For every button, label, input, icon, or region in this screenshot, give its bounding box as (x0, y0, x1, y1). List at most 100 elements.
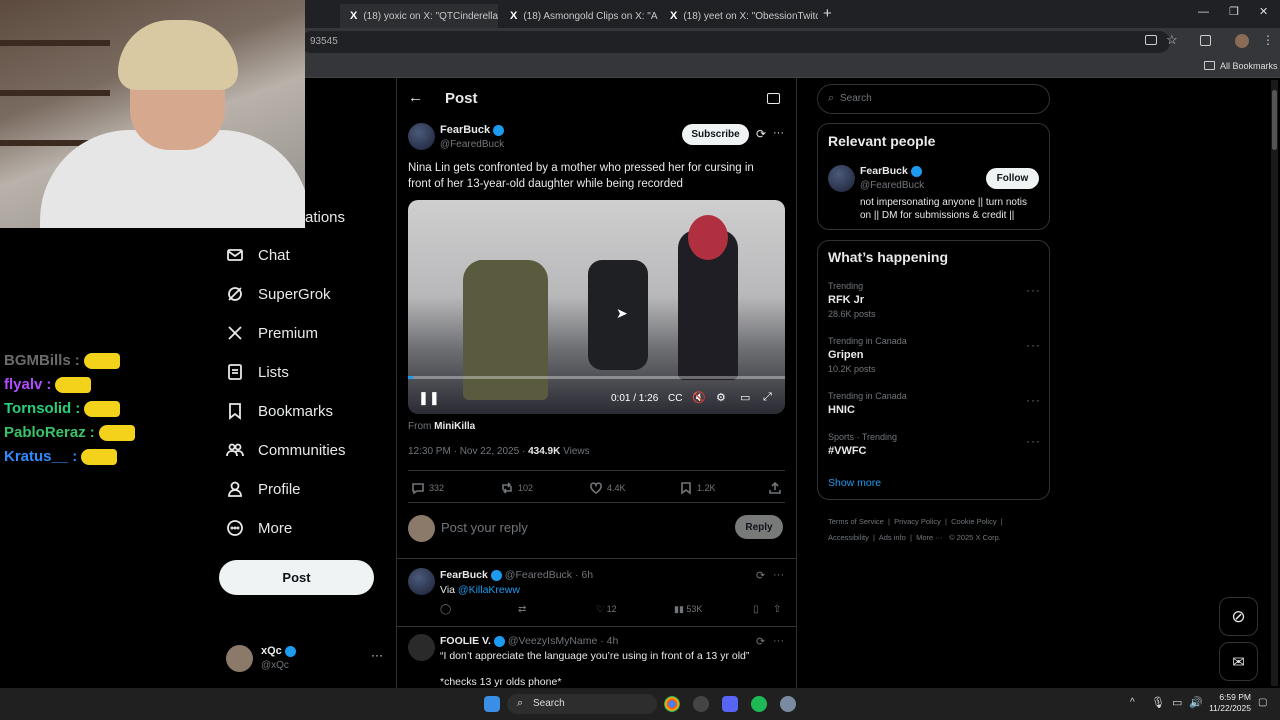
source-username[interactable]: MiniKilla (434, 421, 475, 432)
nav-item-profile[interactable]: Profile (226, 480, 301, 498)
minimize-icon[interactable]: — (1198, 6, 1209, 18)
profile-avatar[interactable] (1235, 34, 1249, 48)
footer-link[interactable]: More ··· (916, 533, 943, 542)
settings-icon[interactable]: ⚙ (716, 391, 726, 404)
nav-item-more[interactable]: More (226, 519, 292, 537)
like-action[interactable]: ♡ 12 (596, 604, 617, 615)
url-field[interactable]: 93545 (300, 31, 1170, 53)
video-player[interactable]: ❚❚ 0:01 / 1:26 CC 🔇 ⚙ ▭ ⤢ (408, 200, 785, 414)
search-input[interactable]: ⌕ Search (817, 84, 1050, 114)
footer-link[interactable]: Privacy Policy (894, 517, 941, 526)
share-icon[interactable]: ⇧ (773, 604, 781, 615)
reply-button[interactable]: Reply (735, 515, 783, 539)
kebab-menu-icon[interactable]: ⋮ (1262, 33, 1274, 47)
author-avatar[interactable] (408, 123, 435, 150)
trend-menu-icon[interactable]: ··· (1026, 434, 1041, 448)
picture-in-picture-icon[interactable]: ▭ (740, 391, 750, 404)
post-menu-icon[interactable]: ··· (773, 127, 784, 139)
like-action[interactable]: 4.4K (589, 481, 626, 495)
post-button[interactable]: Post (219, 560, 374, 595)
bookmark-icon[interactable]: ▯ (753, 604, 759, 615)
messages-float-icon[interactable]: ✉ (1219, 642, 1258, 681)
reply-action[interactable]: 332 (411, 481, 444, 495)
all-bookmarks-label[interactable]: All Bookmarks (1220, 61, 1278, 71)
restore-icon[interactable]: ❐ (1229, 5, 1239, 18)
reply-author[interactable]: FOOLIE V. @VeezyIsMyName · 4h (440, 635, 618, 647)
extensions-icon[interactable] (1200, 35, 1211, 46)
trend-item[interactable]: Trending RFK Jr 28.6K posts (828, 281, 876, 319)
reply-author[interactable]: FearBuck @FearedBuck · 6h (440, 569, 593, 581)
grok-icon[interactable]: ⟳ (756, 569, 765, 582)
trend-item[interactable]: Trending in Canada HNIC (828, 391, 907, 419)
footer-link[interactable]: Cookie Policy (951, 517, 996, 526)
trend-item[interactable]: Sports · Trending #VWFC (828, 432, 897, 460)
author-name[interactable]: FearBuck (440, 124, 505, 136)
cast-icon[interactable] (1145, 35, 1157, 45)
grok-float-icon[interactable]: ⊘ (1219, 597, 1258, 636)
person-name[interactable]: FearBuck (860, 165, 922, 177)
notifications-icon[interactable]: ▢ (1258, 697, 1267, 708)
spotify-icon[interactable] (751, 696, 767, 712)
trend-menu-icon[interactable]: ··· (1026, 283, 1041, 297)
account-avatar[interactable] (226, 645, 253, 672)
trend-menu-icon[interactable]: ··· (1026, 338, 1041, 352)
nav-item-supergrok[interactable]: SuperGrok (226, 285, 331, 303)
mic-icon[interactable]: 🎙 (1151, 696, 1165, 709)
fullscreen-icon[interactable]: ⤢ (763, 391, 772, 404)
taskbar-search[interactable]: ⌕ Search (507, 694, 657, 714)
back-arrow-icon[interactable]: ← (408, 89, 423, 106)
mention-link[interactable]: @KillaKreww (458, 584, 520, 596)
browser-tab[interactable]: X(18) yoxic on X: "QTCinderella c✕ (340, 4, 498, 28)
volume-icon[interactable]: 🔊 (1189, 696, 1203, 709)
browser-tab[interactable]: X(18) Asmongold Clips on X: "As✕ (500, 4, 658, 28)
bookmark-action[interactable]: 1.2K (679, 481, 716, 495)
reply-menu-icon[interactable]: ··· (773, 635, 784, 647)
account-name[interactable]: xQc (261, 645, 296, 657)
nav-item-notifications-partial[interactable]: ations (305, 209, 345, 226)
system-clock[interactable]: 6:59 PM 11/22/2025 (1209, 692, 1251, 714)
reply-input[interactable]: Post your reply (441, 520, 528, 535)
footer-link[interactable]: Terms of Service (828, 517, 884, 526)
grok-icon[interactable]: ⟳ (756, 635, 765, 648)
nav-item-bookmarks[interactable]: Bookmarks (226, 402, 333, 420)
trend-menu-icon[interactable]: ··· (1026, 393, 1041, 407)
windows-start-icon[interactable] (484, 696, 500, 712)
nav-item-chat[interactable]: Chat (226, 246, 290, 264)
reply-author-avatar[interactable] (408, 568, 435, 595)
app-icon[interactable] (693, 696, 709, 712)
share-action[interactable] (768, 481, 782, 495)
browser-tab[interactable]: X(18) yeet on X: "ObessionTwitch✕ (660, 4, 818, 28)
footer-link[interactable]: Accessibility (828, 533, 869, 542)
reader-view-icon[interactable] (767, 93, 780, 104)
subscribe-button[interactable]: Subscribe (682, 124, 749, 145)
footer-link[interactable]: Ads info (879, 533, 906, 542)
video-progress-track[interactable] (408, 376, 785, 379)
captions-icon[interactable]: CC (668, 393, 682, 404)
scrollbar[interactable] (1271, 80, 1278, 686)
reply-menu-icon[interactable]: ··· (773, 569, 784, 581)
chrome-icon[interactable] (664, 696, 680, 712)
settings-app-icon[interactable] (780, 696, 796, 712)
star-icon[interactable]: ☆ (1166, 32, 1178, 48)
person-avatar[interactable] (828, 165, 855, 192)
comment-icon[interactable]: ◯ (440, 604, 451, 615)
tray-chevron-icon[interactable]: ^ (1130, 697, 1135, 708)
follow-button[interactable]: Follow (986, 168, 1039, 189)
trend-item[interactable]: Trending in Canada Gripen 10.2K posts (828, 336, 907, 374)
repost-icon[interactable]: ⇄ (518, 604, 526, 615)
close-window-icon[interactable]: ✕ (1259, 5, 1268, 18)
show-more-link[interactable]: Show more (828, 477, 881, 489)
discord-icon[interactable] (722, 696, 738, 712)
repost-action[interactable]: 102 (500, 481, 533, 495)
reply-author-avatar[interactable] (408, 634, 435, 661)
account-menu-icon[interactable]: ··· (371, 648, 383, 662)
mute-icon[interactable]: 🔇 (692, 391, 706, 404)
network-icon[interactable]: ▭ (1172, 696, 1182, 709)
nav-item-premium[interactable]: Premium (226, 324, 318, 342)
grok-icon[interactable]: ⟳ (756, 127, 766, 141)
new-tab-button[interactable]: + (823, 5, 832, 22)
views-action[interactable]: ▮▮ 53K (674, 604, 702, 615)
author-handle[interactable]: @FearedBuck (440, 139, 504, 150)
scrollbar-thumb[interactable] (1272, 90, 1277, 150)
nav-item-communities[interactable]: Communities (226, 441, 346, 459)
